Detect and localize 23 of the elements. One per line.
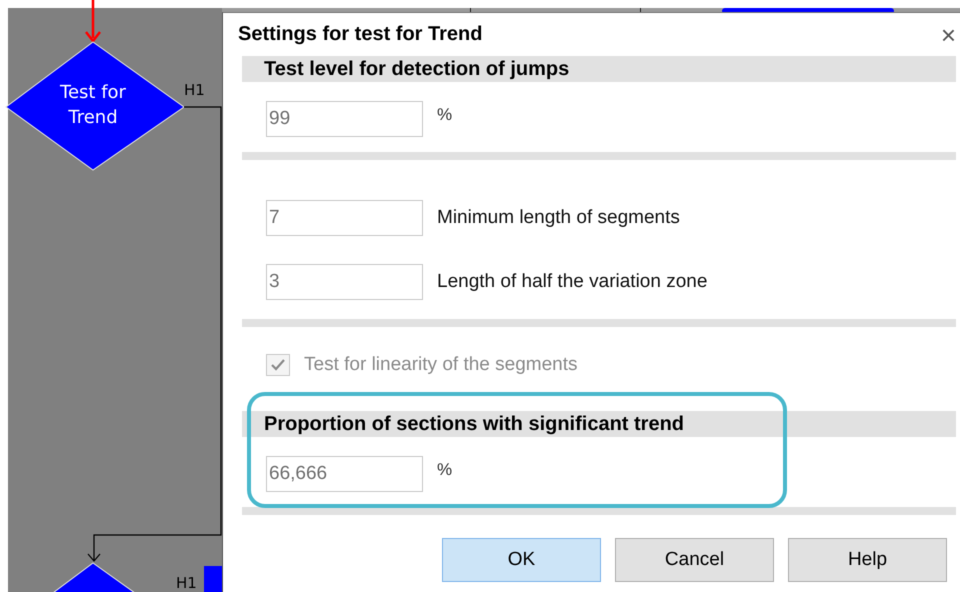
checkmark-icon: [270, 358, 286, 372]
unit-label: %: [437, 460, 452, 480]
number-field[interactable]: 99: [266, 101, 423, 137]
field-label: Length of half the variation zone: [437, 271, 708, 293]
branch-label: H1: [184, 82, 205, 99]
section-header: Proportion of sections with significant trend: [242, 411, 956, 437]
field-label: Minimum length of segments: [437, 207, 680, 229]
incoming-arrow: [85, 0, 101, 44]
number-field[interactable]: 66,666: [266, 456, 423, 492]
number-field[interactable]: 7: [266, 200, 423, 236]
dialog-button[interactable]: Cancel: [615, 538, 774, 582]
close-button[interactable]: ×: [940, 22, 956, 48]
dialog-button[interactable]: OK: [442, 538, 601, 582]
unit-label: %: [437, 105, 452, 125]
checkbox-label: Test for linearity of the segments: [304, 354, 578, 376]
node-label: Test for Trend: [59, 81, 127, 130]
dialog-title: Settings for test for Trend: [238, 23, 482, 46]
decision-node[interactable]: [5, 41, 185, 171]
section-header: Test level for detection of jumps: [242, 56, 956, 82]
number-field[interactable]: 3: [266, 264, 423, 300]
process-node[interactable]: [204, 566, 222, 592]
branch-label: H1: [176, 575, 197, 592]
dialog-button[interactable]: Help: [788, 538, 947, 582]
